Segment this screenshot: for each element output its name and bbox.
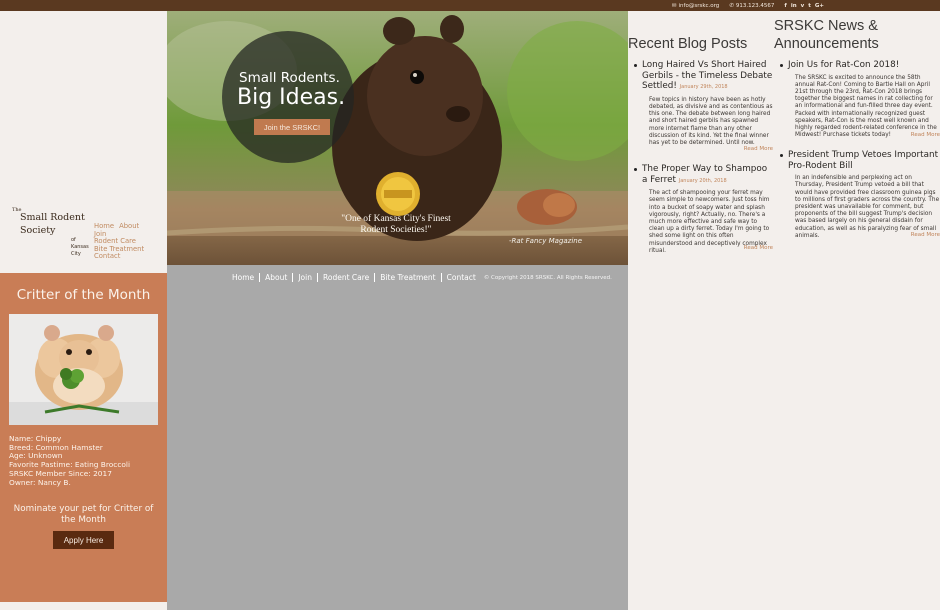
nominate-text: Nominate your pet for Critter of the Mon… xyxy=(13,504,154,525)
apply-button[interactable]: Apply Here xyxy=(53,531,114,549)
blog-column: Recent Blog Posts Long Haired Vs Short H… xyxy=(628,11,774,610)
email-text: info@srskc.org xyxy=(678,2,720,9)
footer-link-home[interactable]: Home xyxy=(227,273,261,282)
blog-post: The Proper Way to Shampoo a Ferret Janua… xyxy=(634,164,773,255)
news-post-title[interactable]: Join Us for Rat-Con 2018! xyxy=(788,60,940,71)
pet-owner: Owner: Nancy B. xyxy=(9,477,71,487)
mail-icon: ✉ xyxy=(671,2,677,9)
footer-nav: Home About Join Rodent Care Bite Treatme… xyxy=(227,273,612,282)
phone-text: 913.123.4567 xyxy=(735,2,775,9)
logo-city: City xyxy=(71,251,81,257)
social-links: f in v t G+ xyxy=(784,3,824,9)
critter-of-the-month: Critter of the Month Name: Chippy Breed:… xyxy=(0,273,167,602)
read-more-link[interactable]: Read More xyxy=(744,146,773,152)
hero-banner: Small Rodents. Big Ideas. Join the SRSKC… xyxy=(167,11,628,265)
blog-post-title[interactable]: The Proper Way to Shampoo a Ferret Janua… xyxy=(642,164,773,186)
quote-attribution: -Rat Fancy Magazine xyxy=(509,237,583,245)
blog-post-title[interactable]: Long Haired Vs Short Haired Gerbils - th… xyxy=(642,60,773,93)
email-link[interactable]: ✉ info@srskc.org xyxy=(672,3,719,9)
top-bar: ✉ info@srskc.org ✆ 913.123.4567 f in v t… xyxy=(0,0,940,11)
vimeo-icon[interactable]: v xyxy=(801,3,805,9)
hero-quote: "One of Kansas City's Finest Rodent Soci… xyxy=(341,214,451,235)
read-more-link[interactable]: Read More xyxy=(911,132,940,138)
news-post-title[interactable]: President Trump Vetoes Important Pro-Rod… xyxy=(788,150,940,171)
bullet xyxy=(780,64,783,67)
tagline-small: Small Rodents. xyxy=(239,70,340,86)
read-more-link[interactable]: Read More xyxy=(911,232,940,238)
footer-link-bite-treatment[interactable]: Bite Treatment xyxy=(375,273,442,282)
blog-post-date: January 20th, 2018 xyxy=(678,177,727,184)
read-more-link[interactable]: Read More xyxy=(744,245,773,251)
phone-link[interactable]: ✆ 913.123.4567 xyxy=(729,3,774,9)
news-post-body: In an indefensible and perplexing act on… xyxy=(795,175,940,239)
main-nav: Home About Join Rodent Care Bite Treatmen… xyxy=(94,222,164,261)
site-logo[interactable]: The Small Rodent Society of Kansas City xyxy=(12,207,90,271)
blog-heading: Recent Blog Posts xyxy=(628,36,748,52)
phone-icon: ✆ xyxy=(729,2,734,9)
twitter-icon[interactable]: t xyxy=(808,3,811,9)
footer-area: Home About Join Rodent Care Bite Treatme… xyxy=(167,265,628,610)
news-post: Join Us for Rat-Con 2018! The SRSKC is e… xyxy=(780,60,940,139)
footer-link-contact[interactable]: Contact xyxy=(442,273,481,282)
news-heading-line2: Announcements xyxy=(774,36,879,52)
footer-link-join[interactable]: Join xyxy=(293,273,318,282)
critter-title: Critter of the Month xyxy=(16,287,151,303)
footer-link-about[interactable]: About xyxy=(260,273,294,282)
blog-post-body: Few topics in history have been as hotly… xyxy=(649,96,773,146)
tagline-big: Big Ideas. xyxy=(237,85,346,110)
pet-info: Name: Chippy Breed: Common Hamster Age: … xyxy=(9,434,130,487)
facebook-icon[interactable]: f xyxy=(784,3,786,9)
blog-post-date: January 29th, 2018 xyxy=(679,84,728,91)
bullet xyxy=(634,64,637,67)
logo-location: of Kansas City xyxy=(71,237,89,258)
news-column: SRSKC News & Announcements Join Us for R… xyxy=(774,11,940,610)
award-medal-icon xyxy=(376,172,420,216)
news-heading: SRSKC News & Announcements xyxy=(774,17,879,53)
google-plus-icon[interactable]: G+ xyxy=(815,3,824,9)
logo-name: Small Rodent Society xyxy=(20,211,90,237)
bullet xyxy=(634,168,637,171)
linkedin-icon[interactable]: in xyxy=(791,3,797,9)
logo-name-line1: Small Rodent xyxy=(20,212,85,223)
join-button[interactable]: Join the SRSKC! xyxy=(254,119,330,135)
bullet xyxy=(780,154,783,157)
news-post-body: The SRSKC is excited to announce the 58t… xyxy=(795,74,937,139)
left-header: The Small Rodent Society of Kansas City … xyxy=(0,11,167,273)
copyright: © Copyright 2018 SRSKC. All Rights Reser… xyxy=(483,274,612,281)
blog-post: Long Haired Vs Short Haired Gerbils - th… xyxy=(634,60,773,152)
hamster-photo xyxy=(9,314,158,425)
nav-about[interactable]: About xyxy=(119,222,139,231)
logo-name-line2: Society xyxy=(20,225,56,236)
nav-contact[interactable]: Contact xyxy=(94,253,120,261)
left-footer-strip xyxy=(0,602,167,610)
logo-of: of xyxy=(71,237,76,243)
footer-link-rodent-care[interactable]: Rodent Care xyxy=(318,273,376,282)
page: ✉ info@srskc.org ✆ 913.123.4567 f in v t… xyxy=(0,0,940,610)
news-heading-line1: SRSKC News & xyxy=(774,18,878,34)
news-post: President Trump Vetoes Important Pro-Rod… xyxy=(780,150,940,240)
logo-kansas: Kansas xyxy=(71,244,89,250)
